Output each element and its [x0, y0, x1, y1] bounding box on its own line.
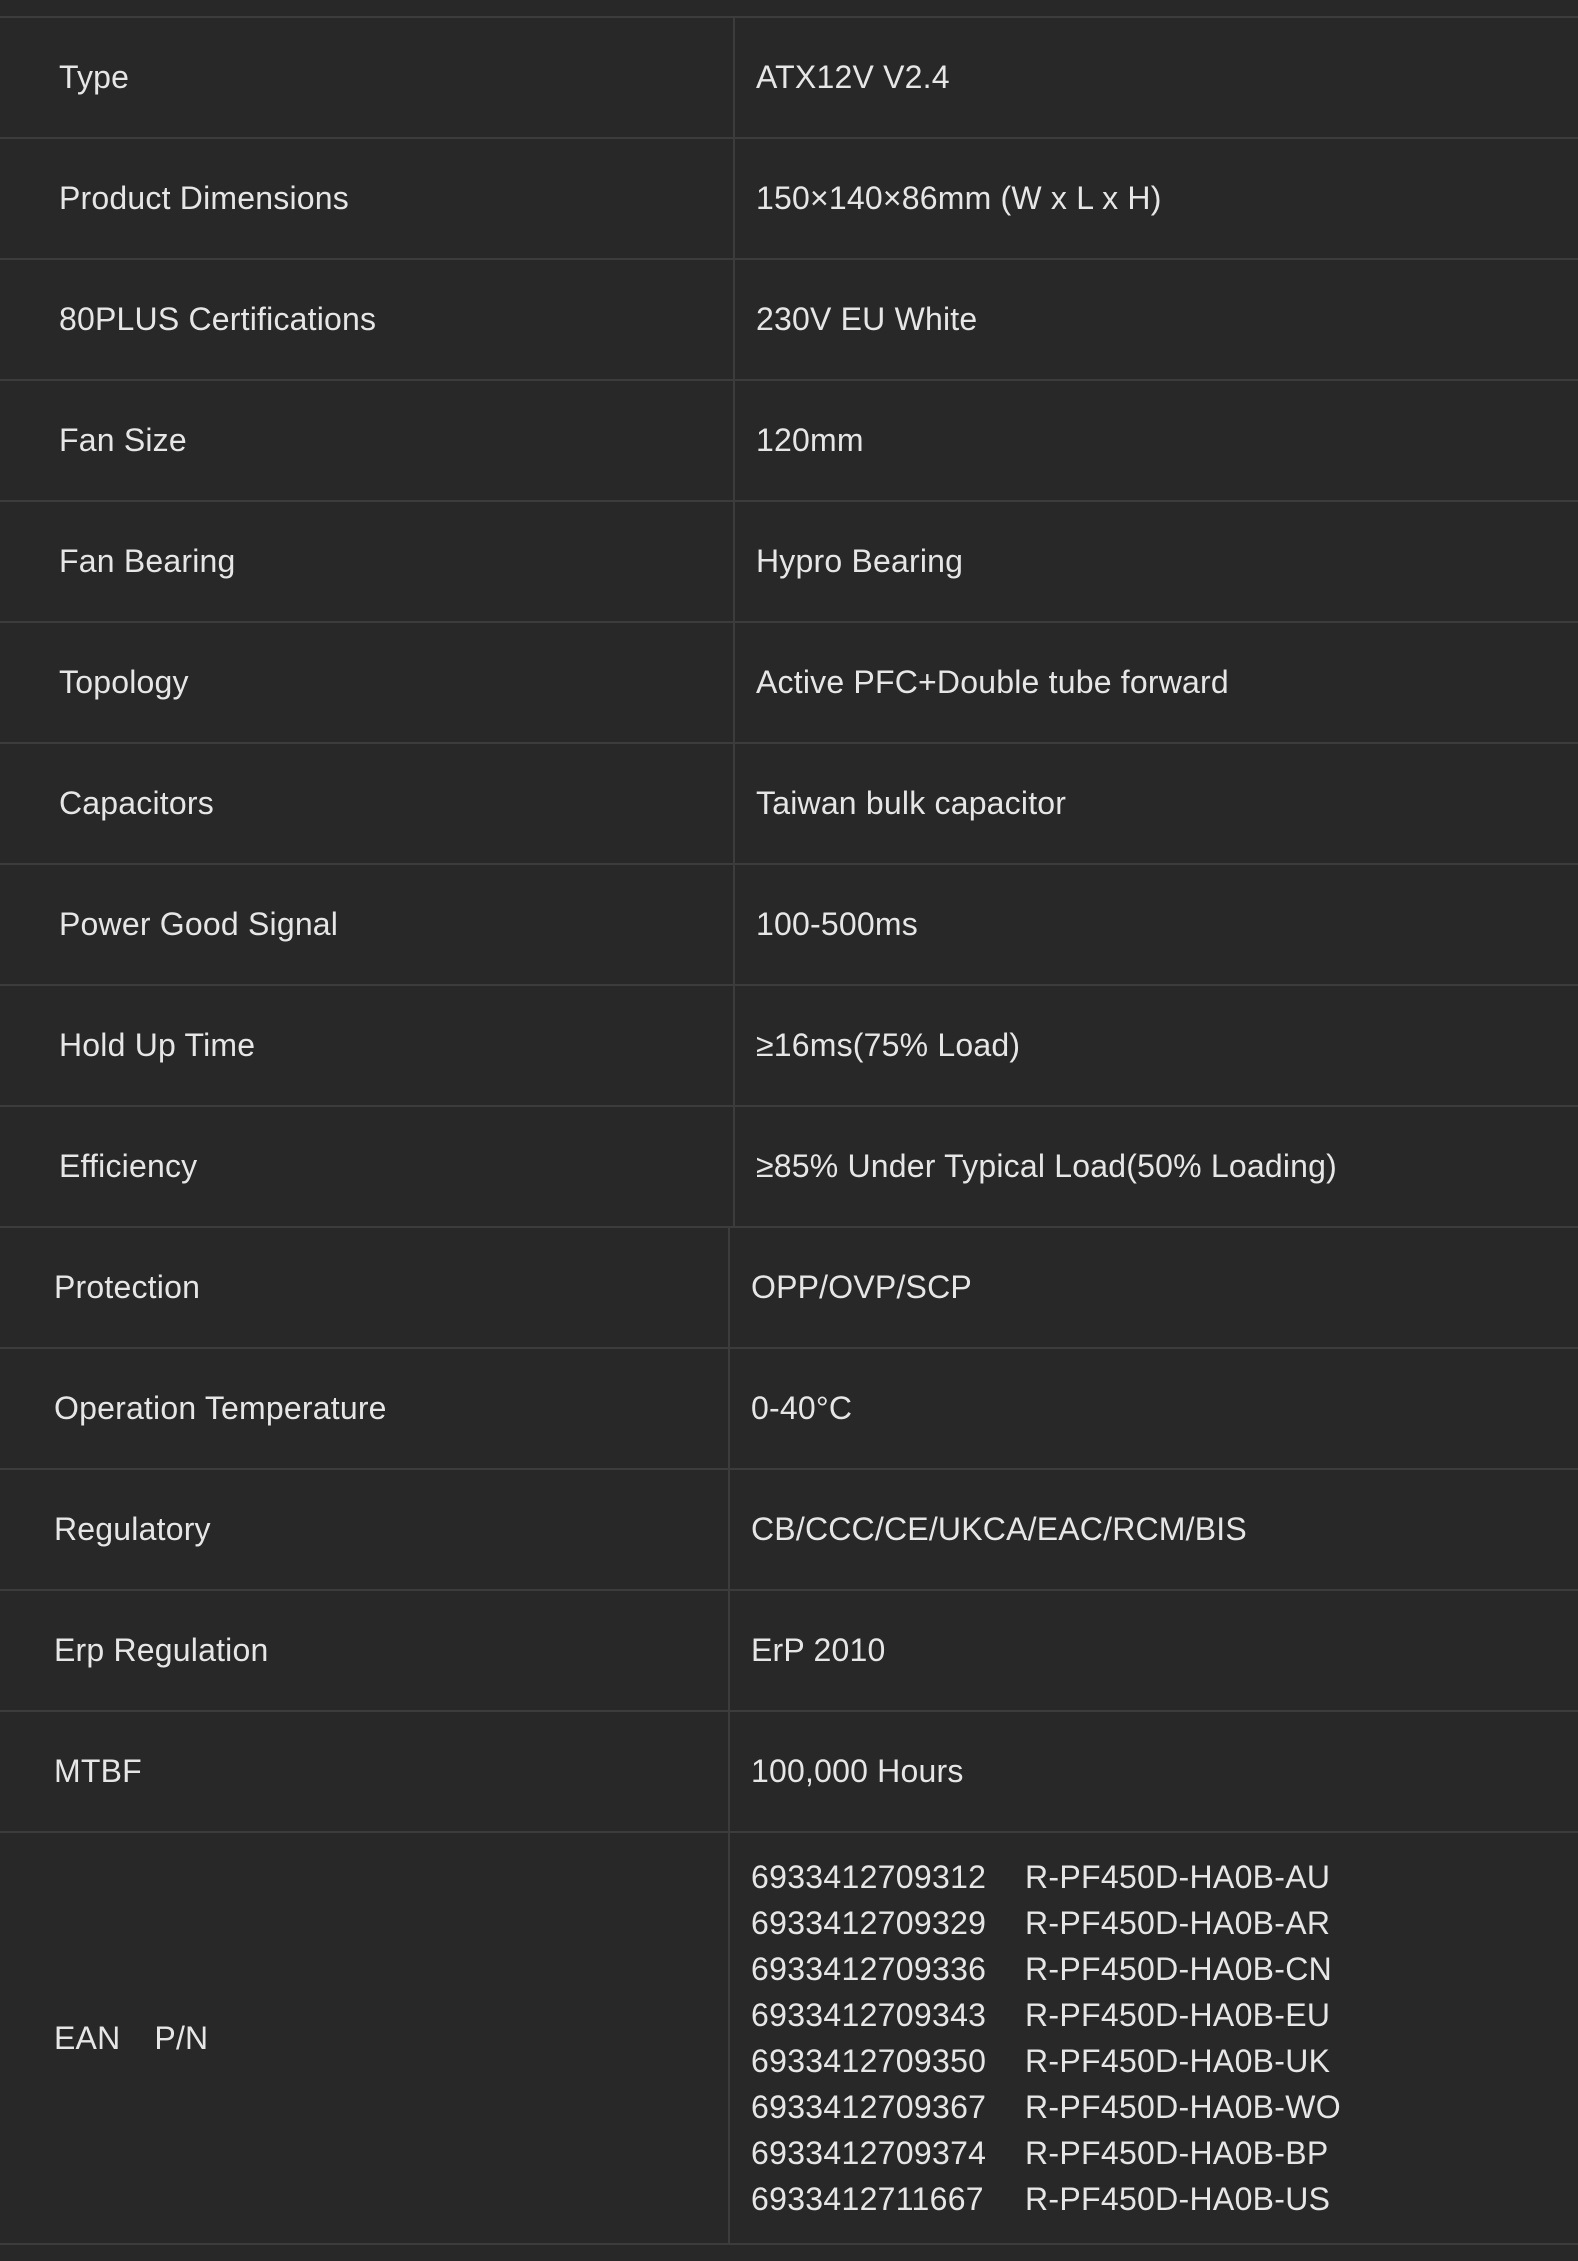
list-item: 6933412709329 R-PF450D-HA0B-AR	[751, 1900, 1341, 1946]
list-item: 6933412709343 R-PF450D-HA0B-EU	[751, 1992, 1341, 2038]
spec-value: 100,000 Hours	[751, 1753, 964, 1789]
spec-row-ean-pn: EAN P/N 6933412709312 R-PF450D-HA0B-AU 6…	[0, 1833, 1578, 2245]
spec-label: Type	[59, 59, 130, 95]
column-divider	[728, 1591, 730, 1710]
spec-label: Operation Temperature	[54, 1390, 387, 1426]
spec-value: CB/CCC/CE/UKCA/EAC/RCM/BIS	[751, 1511, 1247, 1547]
spec-row-type: Type ATX12V V2.4	[0, 18, 1578, 139]
spec-value: ATX12V V2.4	[756, 59, 950, 95]
spec-label: Fan Size	[59, 422, 187, 458]
spec-label: Topology	[59, 664, 189, 700]
column-divider	[733, 260, 735, 379]
spec-row-erp-regulation: Erp Regulation ErP 2010	[0, 1591, 1578, 1712]
spec-label: MTBF	[54, 1753, 142, 1789]
column-divider	[733, 986, 735, 1105]
part-number: R-PF450D-HA0B-CN	[1025, 1951, 1333, 1987]
spec-value: Taiwan bulk capacitor	[756, 785, 1067, 821]
ean-label: EAN	[54, 2019, 121, 2056]
ean-code: 6933412709350	[751, 2043, 987, 2079]
ean-pn-list: 6933412709312 R-PF450D-HA0B-AU 693341270…	[751, 1833, 1341, 2243]
spec-value: 230V EU White	[756, 301, 978, 337]
spec-label: Regulatory	[54, 1511, 211, 1547]
part-number: R-PF450D-HA0B-BP	[1025, 2135, 1329, 2171]
part-number: R-PF450D-HA0B-UK	[1025, 2043, 1331, 2079]
ean-code: 6933412709312	[751, 1859, 987, 1895]
ean-code: 6933412709374	[751, 2135, 987, 2171]
spec-value: 100-500ms	[756, 906, 918, 942]
column-divider	[733, 744, 735, 863]
spec-label: Fan Bearing	[59, 543, 236, 579]
ean-code: 6933412709343	[751, 1997, 987, 2033]
spec-row-fan-size: Fan Size 120mm	[0, 381, 1578, 502]
spec-row-fan-bearing: Fan Bearing Hypro Bearing	[0, 502, 1578, 623]
spec-label: Power Good Signal	[59, 906, 339, 942]
column-divider	[728, 1833, 730, 2243]
column-divider	[733, 381, 735, 500]
spec-label: Erp Regulation	[54, 1632, 269, 1668]
column-divider	[733, 139, 735, 258]
part-number: R-PF450D-HA0B-AU	[1025, 1859, 1331, 1895]
part-number: R-PF450D-HA0B-EU	[1025, 1997, 1331, 2033]
spec-row-power-good-signal: Power Good Signal 100-500ms	[0, 865, 1578, 986]
spec-row-capacitors: Capacitors Taiwan bulk capacitor	[0, 744, 1578, 865]
spec-table: Type ATX12V V2.4 Product Dimensions 150×…	[0, 16, 1578, 2245]
spec-value: 120mm	[756, 422, 864, 458]
spec-label: 80PLUS Certifications	[59, 301, 377, 337]
column-divider	[728, 1470, 730, 1589]
ean-pn-label: EAN P/N	[54, 1833, 208, 2243]
part-number: R-PF450D-HA0B-US	[1025, 2181, 1331, 2217]
list-item: 6933412709336 R-PF450D-HA0B-CN	[751, 1946, 1341, 1992]
ean-code: 6933412709367	[751, 2089, 987, 2125]
part-number: R-PF450D-HA0B-WO	[1025, 2089, 1341, 2125]
ean-code: 6933412709336	[751, 1951, 987, 1987]
spec-row-efficiency: Efficiency ≥85% Under Typical Load(50% L…	[0, 1107, 1578, 1228]
column-divider	[733, 623, 735, 742]
list-item: 6933412711667 R-PF450D-HA0B-US	[751, 2176, 1341, 2222]
spec-row-operation-temperature: Operation Temperature 0-40°C	[0, 1349, 1578, 1470]
column-divider	[733, 1107, 735, 1226]
spec-value: ≥16ms(75% Load)	[756, 1027, 1021, 1063]
column-divider	[733, 865, 735, 984]
spec-label: Protection	[54, 1269, 201, 1305]
column-divider	[733, 502, 735, 621]
list-item: 6933412709374 R-PF450D-HA0B-BP	[751, 2130, 1341, 2176]
list-item: 6933412709312 R-PF450D-HA0B-AU	[751, 1854, 1341, 1900]
pn-label: P/N	[154, 2019, 209, 2056]
spec-value: 0-40°C	[751, 1390, 853, 1426]
spec-label: Capacitors	[59, 785, 214, 821]
column-divider	[733, 18, 735, 137]
spec-value: 150×140×86mm (W x L x H)	[756, 180, 1162, 216]
spec-value: ErP 2010	[751, 1632, 886, 1668]
list-item: 6933412709367 R-PF450D-HA0B-WO	[751, 2084, 1341, 2130]
spec-row-80plus: 80PLUS Certifications 230V EU White	[0, 260, 1578, 381]
part-number: R-PF450D-HA0B-AR	[1025, 1905, 1331, 1941]
spec-row-hold-up-time: Hold Up Time ≥16ms(75% Load)	[0, 986, 1578, 1107]
spec-row-protection: Protection OPP/OVP/SCP	[0, 1228, 1578, 1349]
spec-value: ≥85% Under Typical Load(50% Loading)	[756, 1148, 1337, 1184]
spec-value: Hypro Bearing	[756, 543, 964, 579]
spec-row-product-dimensions: Product Dimensions 150×140×86mm (W x L x…	[0, 139, 1578, 260]
spec-row-topology: Topology Active PFC+Double tube forward	[0, 623, 1578, 744]
spec-value: OPP/OVP/SCP	[751, 1269, 972, 1305]
spec-label: Hold Up Time	[59, 1027, 256, 1063]
column-divider	[728, 1349, 730, 1468]
spec-row-mtbf: MTBF 100,000 Hours	[0, 1712, 1578, 1833]
spec-value: Active PFC+Double tube forward	[756, 664, 1229, 700]
ean-code: 6933412709329	[751, 1905, 987, 1941]
spec-label: Product Dimensions	[59, 180, 349, 216]
spec-label: Efficiency	[59, 1148, 198, 1184]
list-item: 6933412709350 R-PF450D-HA0B-UK	[751, 2038, 1341, 2084]
ean-code: 6933412711667	[751, 2181, 984, 2217]
spec-row-regulatory: Regulatory CB/CCC/CE/UKCA/EAC/RCM/BIS	[0, 1470, 1578, 1591]
column-divider	[728, 1228, 730, 1347]
column-divider	[728, 1712, 730, 1831]
